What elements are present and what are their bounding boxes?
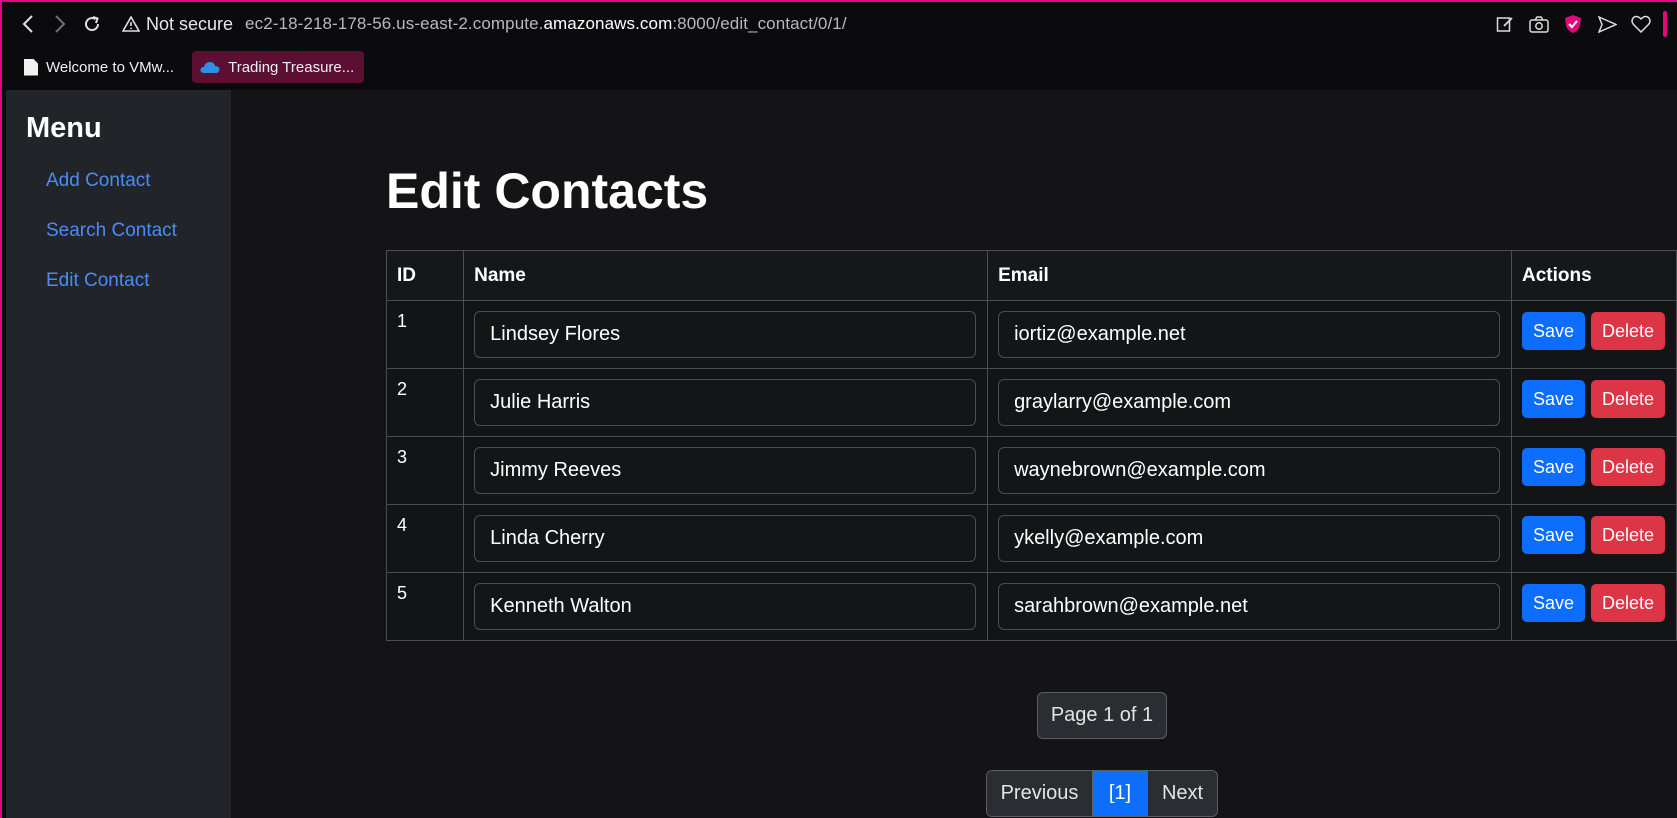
pagination: Previous [1] Next [986,770,1218,817]
email-input[interactable] [998,583,1501,630]
forward-button[interactable] [44,8,76,40]
address-bar: Not secure ec2-18-218-178-56.us-east-2.c… [2,2,1677,46]
name-input[interactable] [474,583,977,630]
send-button[interactable] [1595,12,1619,36]
table-header-row: ID Name Email Actions [385,250,1677,301]
back-button[interactable] [12,8,44,40]
name-input[interactable] [474,379,977,426]
chevron-left-icon [22,15,33,33]
email-input[interactable] [998,447,1501,494]
row-id: 5 [385,572,465,641]
page-indicator: Page 1 of 1 [1037,692,1167,739]
save-button[interactable]: Save [1522,448,1586,486]
menu-title: Menu [26,112,102,144]
security-label: Not secure [146,13,234,34]
row-id: 2 [385,368,465,437]
table-row: 4 SaveDelete [385,504,1677,573]
sidebar-link-add-contact[interactable]: Add Contact [46,170,151,192]
save-button[interactable]: Save [1522,312,1586,350]
url-field[interactable]: ec2-18-218-178-56.us-east-2.compute.amaz… [245,14,847,34]
edit-page-button[interactable] [1493,12,1517,36]
send-icon [1597,15,1617,33]
page-content: Menu Add Contact Search Contact Edit Con… [6,90,1677,818]
favorite-button[interactable] [1629,12,1653,36]
bookmark-item[interactable]: Trading Treasure... [192,51,365,83]
row-id: 3 [385,436,465,505]
email-input[interactable] [998,379,1501,426]
sidebar-link-search-contact[interactable]: Search Contact [46,220,177,242]
shield-icon [1565,15,1581,33]
url-prefix: ec2-18-218-178-56.us-east-2.compute. [245,14,544,33]
shield-button[interactable] [1561,12,1585,36]
bookmark-label: Welcome to VMw... [46,58,175,76]
cloud-icon [200,62,220,73]
contacts-table: ID Name Email Actions 1 SaveDelete 2 Sa [385,250,1677,641]
warning-triangle-icon [122,16,140,32]
column-header-email: Email [987,250,1512,301]
column-header-actions: Actions [1511,250,1677,301]
email-input[interactable] [998,515,1501,562]
column-header-name: Name [463,250,989,301]
delete-button[interactable]: Delete [1591,448,1666,486]
security-indicator[interactable]: Not secure [122,14,233,35]
next-page-button[interactable]: Next [1147,771,1217,816]
table-row: 2 SaveDelete [385,368,1677,437]
previous-page-button[interactable]: Previous [987,771,1093,816]
snapshot-button[interactable] [1527,12,1551,36]
camera-icon [1529,15,1549,33]
bookmarks-bar: Welcome to VMw... Trading Treasure... [4,48,1677,86]
delete-button[interactable]: Delete [1591,312,1666,350]
page-title: Edit Contacts [386,163,709,219]
column-header-id: ID [385,250,465,301]
name-input[interactable] [474,311,977,358]
current-page-button[interactable]: [1] [1093,771,1147,816]
edit-icon [1496,17,1513,32]
sidebar: Menu Add Contact Search Contact Edit Con… [6,90,231,818]
delete-button[interactable]: Delete [1591,516,1666,554]
reload-button[interactable] [76,8,108,40]
email-input[interactable] [998,311,1501,358]
toolbar-icons [1493,2,1667,46]
name-input[interactable] [474,447,977,494]
sidebar-link-edit-contact[interactable]: Edit Contact [46,270,150,292]
url-suffix: :8000/edit_contact/0/1/ [672,14,847,33]
heart-icon [1631,15,1651,33]
sidebar-accent [1663,11,1667,37]
bookmark-label: Trading Treasure... [228,58,355,76]
save-button[interactable]: Save [1522,584,1586,622]
document-icon [24,58,38,76]
save-button[interactable]: Save [1522,380,1586,418]
table-row: 1 SaveDelete [385,300,1677,369]
bookmark-item[interactable]: Welcome to VMw... [16,51,184,83]
url-host: amazonaws.com [543,14,673,33]
delete-button[interactable]: Delete [1591,584,1666,622]
chevron-right-icon [55,15,66,33]
table-row: 5 SaveDelete [385,572,1677,641]
table-row: 3 SaveDelete [385,436,1677,505]
row-id: 4 [385,504,465,573]
reload-icon [85,16,100,32]
save-button[interactable]: Save [1522,516,1586,554]
name-input[interactable] [474,515,977,562]
delete-button[interactable]: Delete [1591,380,1666,418]
row-id: 1 [385,300,465,369]
